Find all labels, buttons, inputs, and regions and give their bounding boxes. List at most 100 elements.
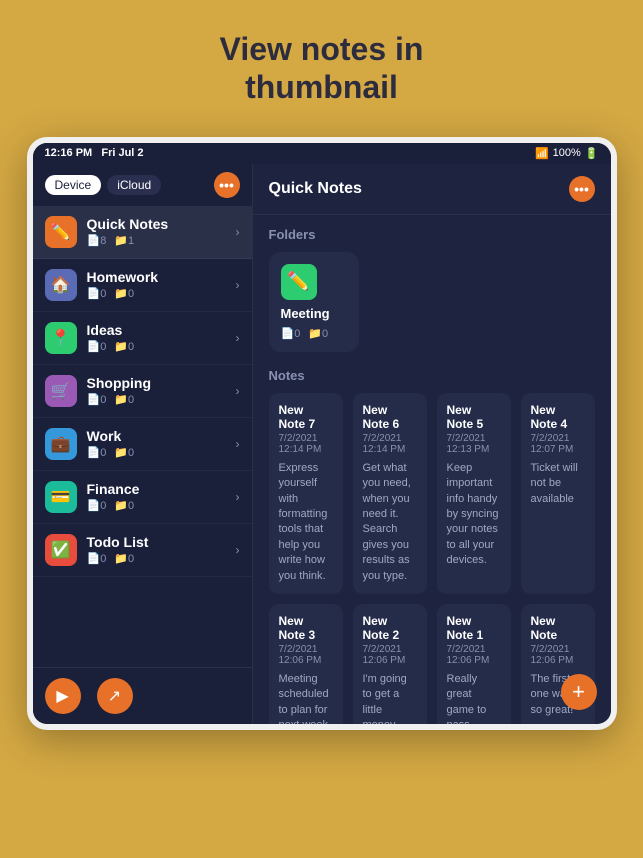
todo-count: 📄0 — [87, 552, 107, 565]
todo-icon: ✅ — [45, 534, 77, 566]
note-1-date: 7/2/2021 12:06 PM — [447, 644, 501, 666]
ideas-meta: 📄0 📁0 — [87, 340, 236, 353]
folder-card-meeting[interactable]: ✏️ Meeting 📄0 📁0 — [269, 252, 359, 352]
quick-notes-icon: ✏️ — [45, 216, 77, 248]
notes-section-label: Notes — [269, 368, 595, 383]
main-panel: Quick Notes ••• Folders ✏️ Meeting 📄0 � — [253, 164, 611, 724]
shopping-count: 📄0 — [87, 393, 107, 406]
quick-notes-folders: 📁1 — [114, 234, 134, 247]
finance-count: 📄0 — [87, 499, 107, 512]
ipad-frame: 12:16 PM Fri Jul 2 📶 100% 🔋 Device iClou… — [27, 137, 617, 730]
battery-icon: 🔋 — [585, 147, 599, 160]
work-label: Work — [87, 428, 236, 444]
quick-notes-meta: 📄8 📁1 — [87, 234, 236, 247]
sidebar-item-quick-notes[interactable]: ✏️ Quick Notes 📄8 📁1 › — [33, 206, 252, 259]
folders-section-label: Folders — [269, 227, 595, 242]
note-6-body: Get what you need, when you need it. Sea… — [363, 461, 417, 584]
note-card-3[interactable]: New Note 3 7/2/2021 12:06 PM Meeting sch… — [269, 604, 343, 724]
homework-folders: 📁0 — [114, 287, 134, 300]
homework-meta: 📄0 📁0 — [87, 287, 236, 300]
shopping-icon: 🛒 — [45, 375, 77, 407]
note-1-title: New Note 1 — [447, 614, 501, 642]
homework-label: Homework — [87, 269, 236, 285]
main-header: Quick Notes ••• — [253, 164, 611, 215]
work-count: 📄0 — [87, 446, 107, 459]
note-0-date: 7/2/2021 12:06 PM — [531, 644, 585, 666]
note-7-body: Express yourself with formatting tools t… — [279, 461, 333, 584]
add-note-button[interactable]: + — [561, 674, 597, 710]
sidebar-item-shopping[interactable]: 🛒 Shopping 📄0 📁0 › — [33, 365, 252, 418]
shopping-chevron: › — [236, 384, 240, 398]
meeting-folders-count: 📁0 — [308, 327, 328, 340]
tab-icloud[interactable]: iCloud — [107, 175, 161, 195]
play-button[interactable]: ▶ — [45, 678, 81, 714]
sidebar-tabs: Device iCloud ••• — [33, 164, 252, 206]
wifi-icon: 📶 — [535, 147, 549, 160]
note-3-title: New Note 3 — [279, 614, 333, 642]
note-card-6[interactable]: New Note 6 7/2/2021 12:14 PM Get what yo… — [353, 393, 427, 594]
sidebar-item-finance[interactable]: 💳 Finance 📄0 📁0 › — [33, 471, 252, 524]
folders-row: ✏️ Meeting 📄0 📁0 — [269, 252, 595, 352]
tab-device[interactable]: Device — [45, 175, 102, 195]
work-folders: 📁0 — [114, 446, 134, 459]
sidebar-menu-button[interactable]: ••• — [214, 172, 240, 198]
ideas-count: 📄0 — [87, 340, 107, 353]
note-card-5[interactable]: New Note 5 7/2/2021 12:13 PM Keep import… — [437, 393, 511, 594]
finance-icon: 💳 — [45, 481, 77, 513]
note-7-date: 7/2/2021 12:14 PM — [279, 433, 333, 455]
note-0-title: New Note — [531, 614, 585, 642]
todo-meta: 📄0 📁0 — [87, 552, 236, 565]
work-chevron: › — [236, 437, 240, 451]
sidebar: Device iCloud ••• ✏️ Quick Notes 📄8 📁1 — [33, 164, 253, 724]
notes-grid: New Note 7 7/2/2021 12:14 PM Express you… — [269, 393, 595, 724]
todo-label: Todo List — [87, 534, 236, 550]
battery-label: 100% — [553, 147, 581, 159]
note-3-body: Meeting scheduled to plan for next week … — [279, 672, 333, 724]
finance-label: Finance — [87, 481, 236, 497]
note-4-title: New Note 4 — [531, 403, 585, 431]
meeting-folder-icon: ✏️ — [281, 264, 317, 300]
sidebar-item-work[interactable]: 💼 Work 📄0 📁0 › — [33, 418, 252, 471]
todo-chevron: › — [236, 543, 240, 557]
note-card-7[interactable]: New Note 7 7/2/2021 12:14 PM Express you… — [269, 393, 343, 594]
shopping-label: Shopping — [87, 375, 236, 391]
app-body: Device iCloud ••• ✏️ Quick Notes 📄8 📁1 — [33, 164, 611, 724]
note-card-2[interactable]: New Note 2 7/2/2021 12:06 PM I'm going t… — [353, 604, 427, 724]
note-2-title: New Note 2 — [363, 614, 417, 642]
work-meta: 📄0 📁0 — [87, 446, 236, 459]
sidebar-item-todo[interactable]: ✅ Todo List 📄0 📁0 › — [33, 524, 252, 577]
header-menu-button[interactable]: ••• — [569, 176, 595, 202]
sidebar-items-list: ✏️ Quick Notes 📄8 📁1 › 🏠 — [33, 206, 252, 667]
sidebar-item-homework[interactable]: 🏠 Homework 📄0 📁0 › — [33, 259, 252, 312]
ideas-label: Ideas — [87, 322, 236, 338]
note-7-title: New Note 7 — [279, 403, 333, 431]
note-6-title: New Note 6 — [363, 403, 417, 431]
status-bar: 12:16 PM Fri Jul 2 📶 100% 🔋 — [33, 143, 611, 164]
note-6-date: 7/2/2021 12:14 PM — [363, 433, 417, 455]
note-2-body: I'm going to get a little money — [363, 672, 417, 724]
finance-meta: 📄0 📁0 — [87, 499, 236, 512]
note-card-4[interactable]: New Note 4 7/2/2021 12:07 PM Ticket will… — [521, 393, 595, 594]
export-button[interactable]: ↗ — [97, 678, 133, 714]
note-card-1[interactable]: New Note 1 7/2/2021 12:06 PM Really grea… — [437, 604, 511, 724]
note-5-title: New Note 5 — [447, 403, 501, 431]
shopping-meta: 📄0 📁0 — [87, 393, 236, 406]
finance-folders: 📁0 — [114, 499, 134, 512]
main-content: Folders ✏️ Meeting 📄0 📁0 No — [253, 215, 611, 724]
finance-chevron: › — [236, 490, 240, 504]
shopping-folders: 📁0 — [114, 393, 134, 406]
sidebar-bottom: ▶ ↗ — [33, 667, 252, 724]
homework-chevron: › — [236, 278, 240, 292]
quick-notes-label: Quick Notes — [87, 216, 236, 232]
note-2-date: 7/2/2021 12:06 PM — [363, 644, 417, 666]
sidebar-item-ideas[interactable]: 📍 Ideas 📄0 📁0 › — [33, 312, 252, 365]
meeting-folder-meta: 📄0 📁0 — [281, 327, 347, 340]
note-4-date: 7/2/2021 12:07 PM — [531, 433, 585, 455]
quick-notes-count: 📄8 — [87, 234, 107, 247]
quick-notes-chevron: › — [236, 225, 240, 239]
note-5-body: Keep important info handy by syncing you… — [447, 461, 501, 569]
status-right: 📶 100% 🔋 — [535, 147, 599, 160]
meeting-notes-count: 📄0 — [281, 327, 301, 340]
ideas-folders: 📁0 — [114, 340, 134, 353]
note-5-date: 7/2/2021 12:13 PM — [447, 433, 501, 455]
